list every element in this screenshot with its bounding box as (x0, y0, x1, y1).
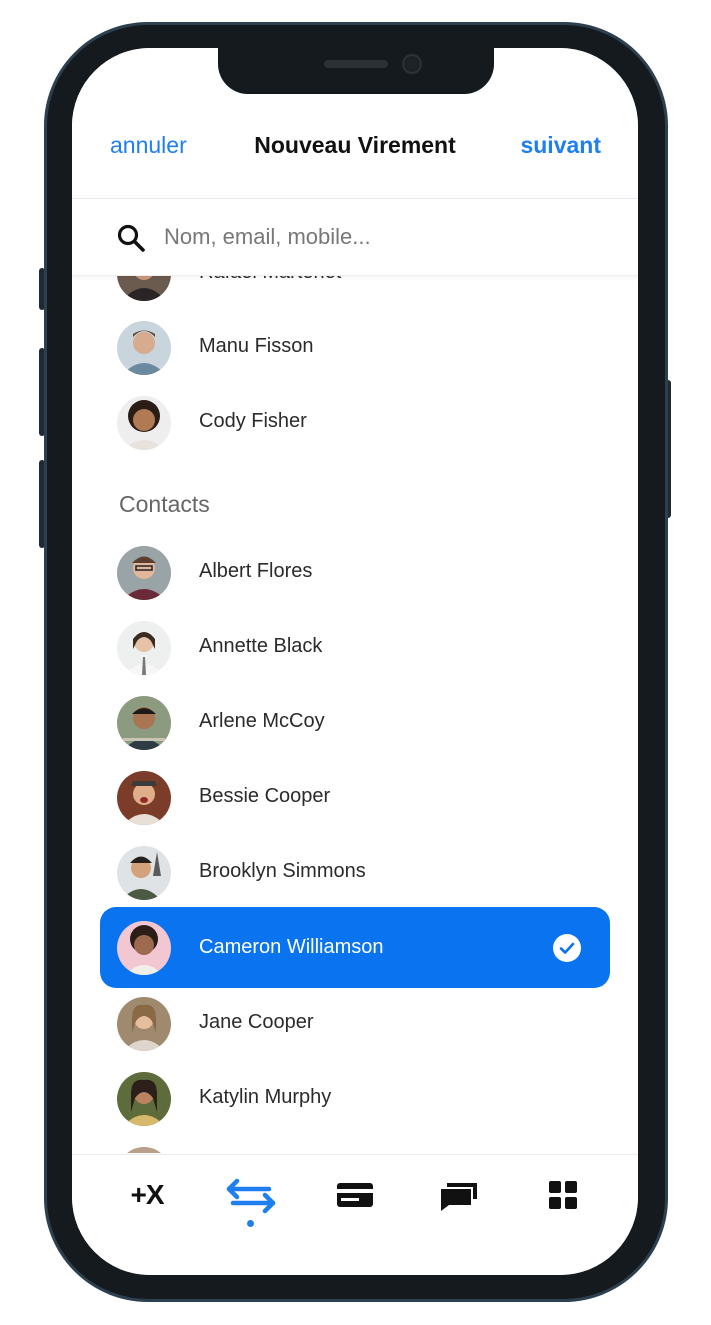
plus-x-icon: +X (130, 1179, 164, 1210)
contact-row-selected[interactable]: Cameron Williamson (100, 907, 610, 988)
contact-name: Katylin Murphy (199, 1086, 332, 1108)
check-circle-icon (553, 934, 581, 962)
contact-row[interactable]: Brooklyn Simmons (72, 835, 638, 910)
recent-contact-row[interactable]: Cody Fisher (72, 385, 638, 460)
card-icon (325, 1175, 385, 1215)
avatar (117, 696, 171, 750)
active-tab-indicator (247, 1220, 254, 1227)
tab-cards[interactable] (325, 1175, 385, 1225)
avatar (117, 846, 171, 900)
contact-name: Arlene McCoy (199, 710, 325, 732)
contact-name: Cody Fisher (199, 410, 307, 432)
contact-name: Brooklyn Simmons (199, 860, 366, 882)
search-icon (116, 223, 146, 253)
transfer-arrows-icon (221, 1175, 281, 1215)
chat-icon (429, 1175, 489, 1215)
contact-row[interactable]: Jane Cooper (72, 986, 638, 1061)
recent-contact-row[interactable]: Manu Fisson (72, 310, 638, 385)
contact-name: Cameron Williamson (199, 936, 384, 958)
contact-row-partial[interactable] (72, 1136, 638, 1153)
avatar (117, 396, 171, 450)
avatar (117, 921, 171, 975)
speaker-grille (324, 60, 388, 68)
avatar (117, 771, 171, 825)
search-bar (72, 199, 638, 276)
avatar (117, 1147, 171, 1153)
avatar (117, 1072, 171, 1126)
contact-name: Annette Black (199, 635, 323, 657)
front-camera (402, 54, 422, 74)
contact-row[interactable]: Annette Black (72, 610, 638, 685)
contacts-section-title: Contacts (119, 491, 210, 517)
contact-name: Manu Fisson (199, 335, 314, 357)
tab-more[interactable] (533, 1175, 593, 1225)
avatar (117, 997, 171, 1051)
avatar (117, 321, 171, 375)
contact-row[interactable]: Albert Flores (72, 535, 638, 610)
phone-screen: Rafael Martenet Manu Fisson Cody Fisher … (72, 48, 638, 1275)
notch (218, 48, 494, 94)
contact-row[interactable]: Arlene McCoy (72, 685, 638, 760)
avatar (117, 546, 171, 600)
grid-icon (533, 1175, 593, 1215)
contact-name: Albert Flores (199, 560, 313, 582)
contact-row[interactable]: Katylin Murphy (72, 1061, 638, 1136)
tab-add-money[interactable]: +X (117, 1175, 177, 1225)
contact-name: Bessie Cooper (199, 785, 331, 807)
bottom-tab-bar: +X (72, 1154, 638, 1275)
avatar (117, 621, 171, 675)
search-input[interactable] (164, 219, 584, 255)
next-button[interactable]: suivant (520, 132, 601, 159)
contact-row[interactable]: Bessie Cooper (72, 760, 638, 835)
tab-transfer[interactable] (221, 1175, 281, 1227)
tab-messages[interactable] (429, 1175, 489, 1225)
contact-name: Jane Cooper (199, 1011, 314, 1033)
